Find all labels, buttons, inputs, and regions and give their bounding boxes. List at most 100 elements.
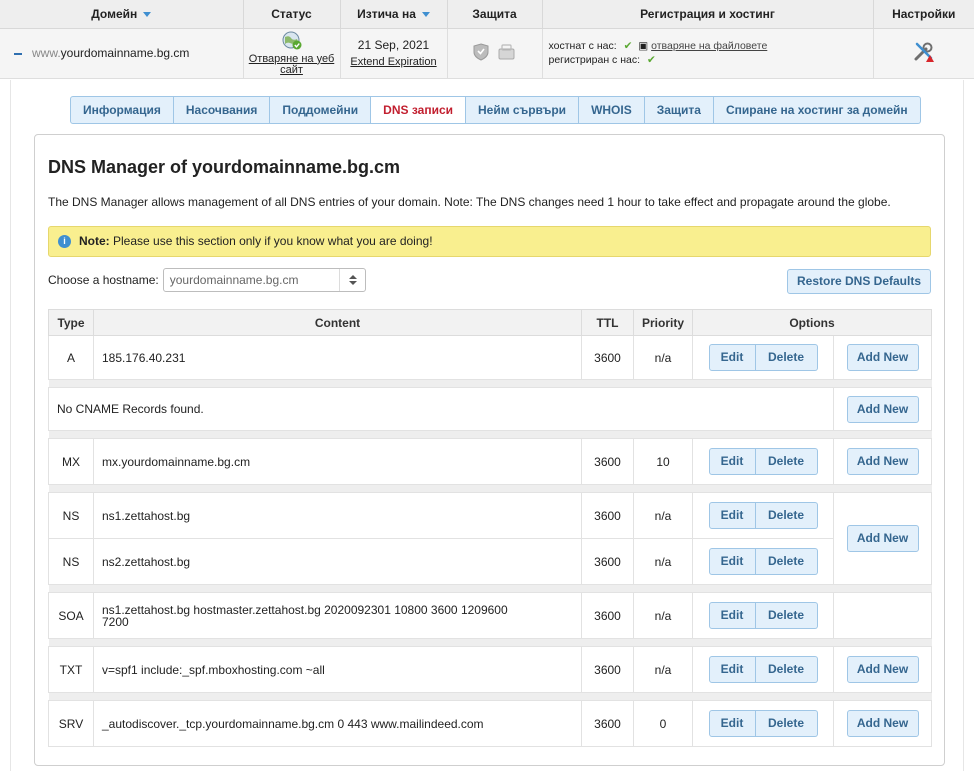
record-type: A xyxy=(48,335,94,380)
tools-icon[interactable] xyxy=(912,40,936,64)
record-type: SRV xyxy=(48,700,94,747)
delete-button[interactable]: Delete xyxy=(755,548,818,575)
protection-cell xyxy=(447,28,543,79)
add-mx-record-button[interactable]: Add New xyxy=(846,448,919,475)
record-priority: 10 xyxy=(633,438,693,485)
status-cell: Отваряне на уеб сайт xyxy=(243,28,341,79)
tab-whois[interactable]: WHOIS xyxy=(579,96,645,124)
expiry-date: 21 Sep, 2021 xyxy=(357,38,430,52)
collapse-icon[interactable] xyxy=(14,52,22,55)
sort-down-icon[interactable] xyxy=(143,12,152,18)
col-expires[interactable]: Изтича на xyxy=(340,0,448,29)
col-ttl: TTL xyxy=(581,309,634,336)
delete-button[interactable]: Delete xyxy=(755,344,818,371)
add-a-record-button[interactable]: Add New xyxy=(846,344,919,371)
record-actions: Edit Delete xyxy=(692,438,834,485)
record-priority: n/a xyxy=(633,492,693,539)
hostname-select[interactable]: yourdomainname.bg.cm xyxy=(162,268,366,292)
extend-expiration-link[interactable]: Extend Expiration xyxy=(341,57,447,68)
add-cell: Add New xyxy=(832,700,933,747)
tab-subdomains[interactable]: Поддомейни xyxy=(270,96,372,124)
info-icon: i xyxy=(58,235,71,249)
record-type: NS xyxy=(48,492,94,539)
add-cell: Add New xyxy=(832,387,933,431)
table-row: TXT v=spf1 include:_spf.mboxhosting.com … xyxy=(48,646,933,693)
edit-button[interactable]: Edit xyxy=(708,602,756,629)
sort-down-icon[interactable] xyxy=(421,12,430,18)
add-cell: Add New xyxy=(832,492,933,585)
col-type: Type xyxy=(48,309,94,336)
open-files-link[interactable]: отваряне на файловете xyxy=(651,40,767,52)
dns-manager-box: DNS Manager of yourdomainname.bg.cm The … xyxy=(34,134,945,766)
delete-button[interactable]: Delete xyxy=(755,602,818,629)
table-row: MX mx.yourdomainname.bg.cm 3600 10 Edit D… xyxy=(48,438,933,485)
tab-stop-hosting[interactable]: Спиране на хостинг за домейн xyxy=(713,96,921,124)
add-cell: Add New xyxy=(832,335,933,380)
delete-button[interactable]: Delete xyxy=(755,656,818,683)
domain-tabs: Информация Насочвания Поддомейни DNS зап… xyxy=(70,96,921,124)
add-txt-record-button[interactable]: Add New xyxy=(846,656,919,683)
select-arrows-icon xyxy=(338,269,365,291)
record-type: SOA xyxy=(48,592,94,639)
edit-button[interactable]: Edit xyxy=(708,656,756,683)
record-type: MX xyxy=(48,438,94,485)
tab-protection[interactable]: Защита xyxy=(644,96,714,124)
globe-icon[interactable] xyxy=(281,31,303,51)
shield-icon[interactable] xyxy=(471,42,519,62)
col-status: Статус xyxy=(243,0,341,29)
row-separator xyxy=(48,692,932,701)
tab-information[interactable]: Информация xyxy=(70,96,174,124)
record-content: 185.176.40.231 xyxy=(93,335,582,380)
file-manager-icon[interactable]: ▣ xyxy=(638,40,648,52)
domain-cell[interactable]: www.yourdomainname.bg.cm xyxy=(0,28,244,79)
record-priority: n/a xyxy=(633,592,693,639)
row-separator xyxy=(48,484,932,493)
col-domain[interactable]: Домейн xyxy=(0,0,244,29)
tab-redirects[interactable]: Насочвания xyxy=(173,96,271,124)
note-label: Note: xyxy=(79,234,110,248)
settings-cell xyxy=(873,28,974,79)
record-type: NS xyxy=(48,538,94,585)
page-title: DNS Manager of yourdomainname.bg.cm xyxy=(48,157,401,177)
add-srv-record-button[interactable]: Add New xyxy=(846,710,919,737)
hosted-line: хостнат с нас: ✔ ▣ отваряне на файловете xyxy=(548,40,768,52)
col-settings: Настройки xyxy=(873,0,974,29)
record-content: mx.yourdomainname.bg.cm xyxy=(93,438,582,485)
add-ns-record-button[interactable]: Add New xyxy=(846,525,919,552)
delete-button[interactable]: Delete xyxy=(755,710,818,737)
record-actions: Edit Delete xyxy=(692,700,834,747)
tab-name-servers[interactable]: Нейм сървъри xyxy=(466,96,580,124)
table-row: No CNAME Records found. Add New xyxy=(48,387,933,431)
restore-dns-defaults-button[interactable]: Restore DNS Defaults xyxy=(787,269,931,294)
record-priority: n/a xyxy=(633,335,693,380)
edit-button[interactable]: Edit xyxy=(708,502,756,529)
record-content: ns1.zettahost.bg hostmaster.zettahost.bg… xyxy=(93,592,582,639)
record-ttl: 3600 xyxy=(581,646,634,693)
edit-button[interactable]: Edit xyxy=(708,448,756,475)
hostname-chooser: Choose a hostname: yourdomainname.bg.cm xyxy=(48,268,366,292)
add-cell-empty xyxy=(832,592,933,639)
delete-button[interactable]: Delete xyxy=(755,502,818,529)
record-priority: n/a xyxy=(633,646,693,693)
open-website-link[interactable]: Отваряне на уеб сайт xyxy=(244,53,340,76)
row-separator xyxy=(48,379,932,388)
row-separator xyxy=(48,430,932,439)
edit-button[interactable]: Edit xyxy=(708,710,756,737)
expiry-cell: 21 Sep, 2021 Extend Expiration xyxy=(340,28,448,79)
record-ttl: 3600 xyxy=(581,492,634,539)
table-row: SOA ns1.zettahost.bg hostmaster.zettahos… xyxy=(48,592,933,639)
domain-name: yourdomainname.bg.cm xyxy=(60,46,190,60)
delete-button[interactable]: Delete xyxy=(755,448,818,475)
table-row: A 185.176.40.231 3600 n/a Edit Delete Add… xyxy=(48,335,933,380)
record-actions: Edit Delete xyxy=(692,335,834,380)
hostname-label: Choose a hostname: xyxy=(48,273,159,287)
col-content: Content xyxy=(93,309,582,336)
table-row: NS ns2.zettahost.bg 3600 n/a Edit Delete xyxy=(48,538,932,585)
record-ttl: 3600 xyxy=(581,592,634,639)
add-cname-record-button[interactable]: Add New xyxy=(846,395,919,423)
edit-button[interactable]: Edit xyxy=(708,344,756,371)
edit-button[interactable]: Edit xyxy=(708,548,756,575)
tab-dns-records[interactable]: DNS записи xyxy=(371,96,466,124)
record-ttl: 3600 xyxy=(581,438,634,485)
col-priority: Priority xyxy=(633,309,693,336)
